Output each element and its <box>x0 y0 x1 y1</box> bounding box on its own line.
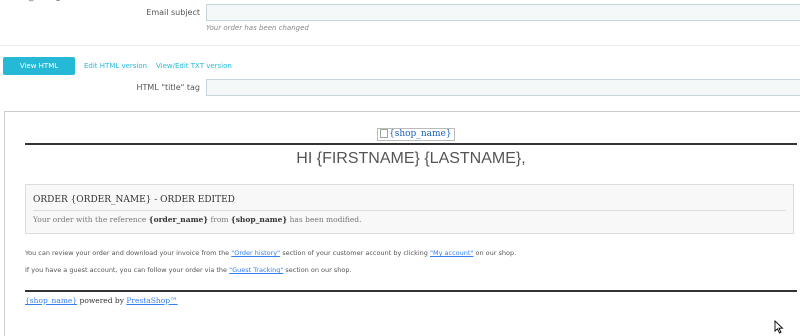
mouse-cursor-icon <box>774 320 784 334</box>
header-rule <box>25 143 797 145</box>
guest-tracking-paragraph: If you have a guest account, you can fol… <box>25 266 352 274</box>
tab-edit-html[interactable]: Edit HTML version <box>78 57 153 75</box>
title-tag-input[interactable] <box>206 79 800 96</box>
section-divider <box>0 45 800 46</box>
footer-shop-link[interactable]: {shop_name} <box>25 296 77 305</box>
prestashop-link[interactable]: PrestaShop™ <box>126 296 177 305</box>
my-account-link[interactable]: "My account" <box>430 249 473 257</box>
title-tag-label: HTML "title" tag <box>136 83 200 92</box>
footer: {shop_name} powered by PrestaShop™ <box>25 296 178 305</box>
tab-view-edit-txt[interactable]: View/Edit TXT version <box>150 57 238 75</box>
template-name-label: order_changed <box>5 0 72 2</box>
order-history-link[interactable]: "Order history" <box>231 249 280 257</box>
order-info-box: ORDER {ORDER_NAME} - ORDER EDITED Your o… <box>25 184 794 234</box>
email-subject-input[interactable] <box>206 4 800 21</box>
greeting-heading: HI {FIRSTNAME} {LASTNAME}, <box>296 150 526 167</box>
order-box-title: ORDER {ORDER_NAME} - ORDER EDITED <box>33 195 235 205</box>
tab-view-html[interactable]: View HTML version <box>3 57 75 88</box>
footer-rule <box>25 290 797 292</box>
logo-alt-text: {shop_name} <box>389 129 452 139</box>
email-preview-frame[interactable]: {shop_name} HI {FIRSTNAME} {LASTNAME}, O… <box>4 111 800 336</box>
order-history-paragraph: You can review your order and download y… <box>25 249 517 257</box>
email-subject-hint: Your order has been changed <box>206 24 309 32</box>
email-subject-label: Email subject <box>146 8 200 17</box>
order-box-divider <box>33 210 786 211</box>
broken-image-icon <box>380 129 388 138</box>
shop-logo-image[interactable]: {shop_name} <box>377 128 455 141</box>
order-box-text: Your order with the reference {order_nam… <box>33 215 362 224</box>
guest-tracking-link[interactable]: "Guest Tracking" <box>229 266 283 274</box>
